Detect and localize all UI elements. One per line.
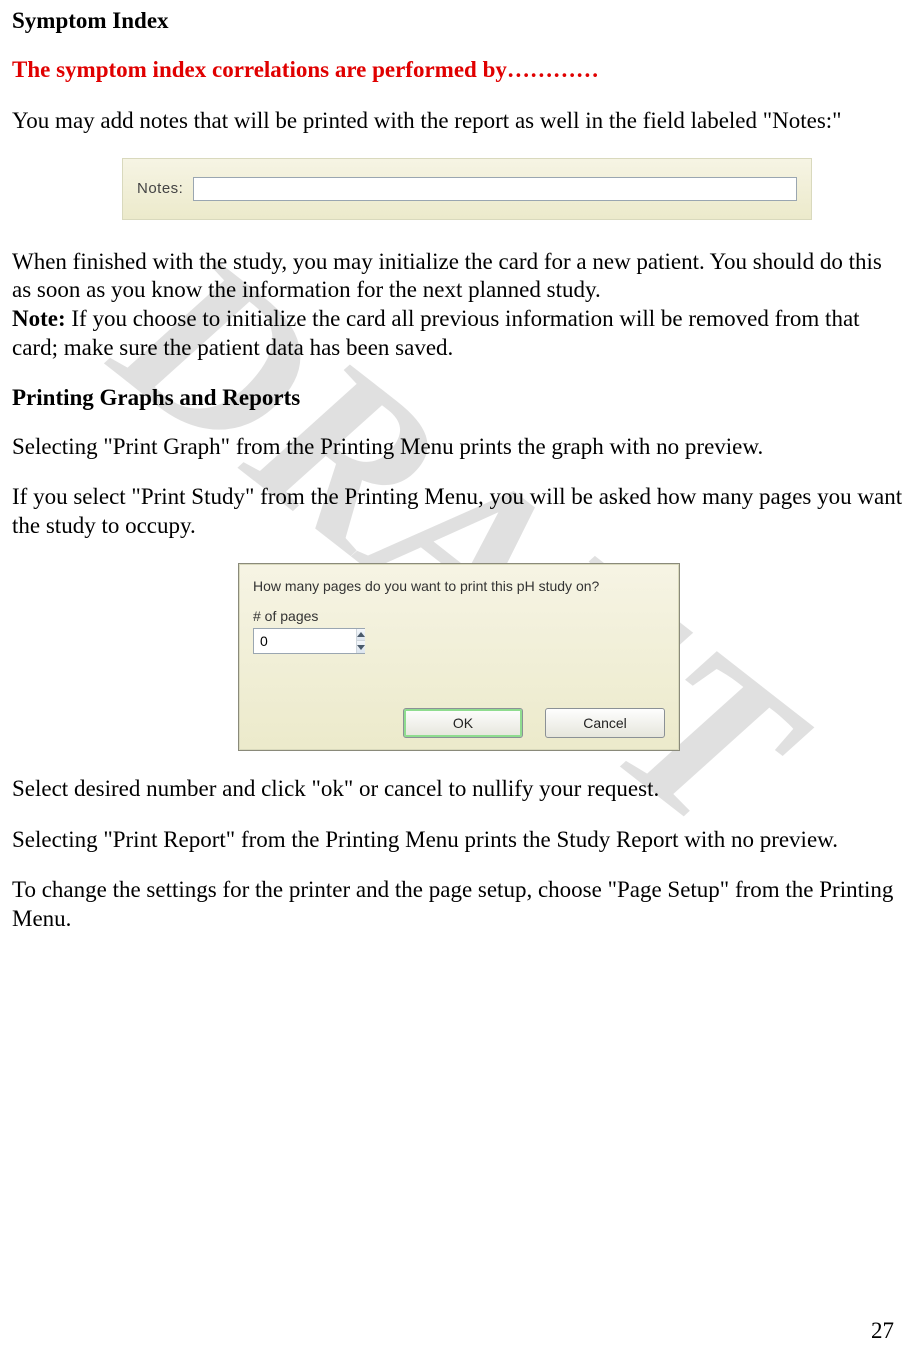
- note-prefix: Note:: [12, 306, 66, 331]
- spinner-down-button[interactable]: [357, 641, 365, 653]
- select-number-text: Select desired number and click "ok" or …: [12, 775, 906, 804]
- initialize-card-text: When finished with the study, you may in…: [12, 248, 906, 306]
- notes-field-panel: Notes:: [122, 158, 812, 220]
- print-report-text: Selecting "Print Report" from the Printi…: [12, 826, 906, 855]
- page-setup-text: To change the settings for the printer a…: [12, 876, 906, 934]
- notes-label: Notes:: [137, 180, 183, 197]
- ok-button[interactable]: OK: [403, 708, 523, 738]
- notes-instruction-text: You may add notes that will be printed w…: [12, 107, 906, 136]
- section-title-printing: Printing Graphs and Reports: [12, 385, 906, 411]
- pages-field-label: # of pages: [253, 608, 665, 624]
- spinner-up-button[interactable]: [357, 629, 365, 642]
- section-title-symptom-index: Symptom Index: [12, 8, 906, 34]
- print-pages-dialog: How many pages do you want to print this…: [238, 563, 680, 751]
- symptom-index-red-note: The symptom index correlations are perfo…: [12, 56, 906, 85]
- pages-input[interactable]: [254, 629, 356, 653]
- pages-spinner[interactable]: [253, 628, 365, 654]
- chevron-down-icon: [357, 645, 365, 650]
- print-study-text: If you select "Print Study" from the Pri…: [12, 483, 906, 541]
- dialog-prompt: How many pages do you want to print this…: [253, 578, 665, 594]
- note-body: If you choose to initialize the card all…: [12, 306, 860, 360]
- notes-input[interactable]: [193, 177, 797, 201]
- initialize-card-note: Note: If you choose to initialize the ca…: [12, 305, 906, 363]
- print-graph-text: Selecting "Print Graph" from the Printin…: [12, 433, 906, 462]
- chevron-up-icon: [357, 632, 365, 637]
- cancel-button[interactable]: Cancel: [545, 708, 665, 738]
- page-number: 27: [871, 1318, 894, 1344]
